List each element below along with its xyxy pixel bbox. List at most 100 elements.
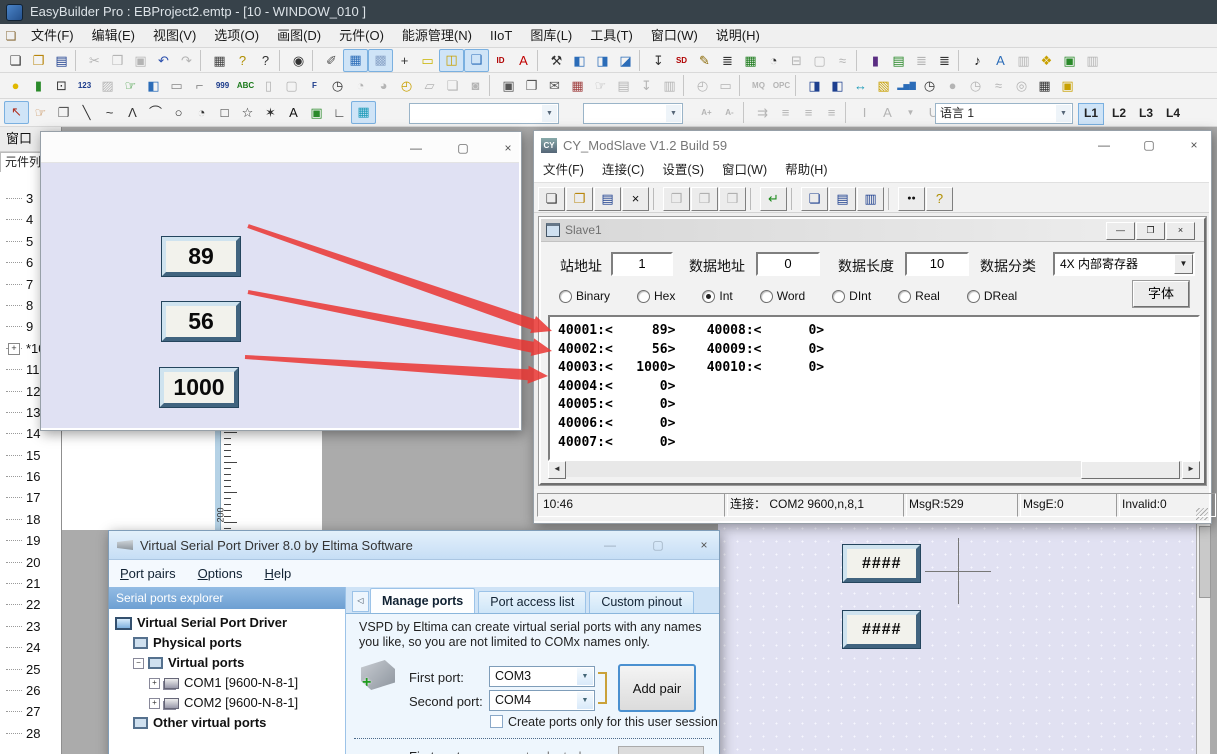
align-right-icon[interactable]: ≡ <box>820 102 843 123</box>
tab[interactable]: Custom pinout <box>589 591 694 613</box>
clock-icon[interactable]: ◷ <box>326 75 349 96</box>
database-icon[interactable]: ▥ <box>658 75 681 96</box>
window-tree-item[interactable]: 22 <box>0 594 61 615</box>
language-combo[interactable]: 语言 1 ▼ <box>935 103 1073 124</box>
burst-tool-icon[interactable]: ✶ <box>259 102 282 123</box>
window-tree-item[interactable]: 24 <box>0 637 61 658</box>
redo-icon[interactable]: ↷ <box>175 50 198 71</box>
bezier-tool-icon[interactable]: ~ <box>98 102 121 123</box>
context-help-icon[interactable]: ? <box>254 50 277 71</box>
ports-tree-item[interactable]: Other virtual ports <box>109 713 345 733</box>
line-style-combo[interactable]: ▼ <box>583 103 683 124</box>
clear-net-icon[interactable]: ❒ <box>719 187 746 211</box>
font-color-dropdown-icon[interactable]: ▼ <box>899 102 922 123</box>
download-icon[interactable]: ↧ <box>647 50 670 71</box>
monitor-pen-icon[interactable]: ◧ <box>142 75 165 96</box>
format-radio-option[interactable]: Hex <box>637 289 675 303</box>
layers2-icon[interactable]: ▨ <box>96 75 119 96</box>
numeric-pad-icon[interactable]: 123 <box>73 75 96 96</box>
draw-pen-icon[interactable]: ✐ <box>320 50 343 71</box>
format-radio-option[interactable]: Binary <box>559 289 610 303</box>
radio-icon[interactable] <box>898 290 911 303</box>
italic-icon[interactable]: I <box>853 102 876 123</box>
address-viewer-icon[interactable]: ◔ <box>762 50 785 71</box>
language-state-tab[interactable]: L2 <box>1107 103 1131 123</box>
envelope-icon[interactable]: ✉ <box>543 75 566 96</box>
menu-item[interactable]: 说明(H) <box>707 24 769 47</box>
stopwatch-icon[interactable]: ◷ <box>918 75 941 96</box>
numeric-display-40002[interactable]: 56 <box>162 302 240 341</box>
font-enlarge-icon[interactable]: A+ <box>695 102 718 123</box>
open-icon[interactable]: ❐ <box>27 50 50 71</box>
minimize-button[interactable]: — <box>1106 222 1135 240</box>
traffic-light-icon[interactable]: ▮ <box>27 75 50 96</box>
close-button[interactable]: × <box>689 531 719 559</box>
window-tree-item[interactable]: 27 <box>0 701 61 722</box>
format-radio-option[interactable]: Word <box>760 289 805 303</box>
recipe-table-icon[interactable]: ▦ <box>739 50 762 71</box>
radio-icon[interactable] <box>832 290 845 303</box>
copy-net-icon[interactable]: ❒ <box>663 187 690 211</box>
modslave-titlebar[interactable]: CY CY_ModSlave V1.2 Build 59 — ▢ × <box>534 131 1209 159</box>
toolbar-separator[interactable] <box>739 75 745 96</box>
bars-icon[interactable]: ▥ <box>1081 50 1104 71</box>
toolbar-separator[interactable] <box>537 50 543 71</box>
function-key-icon[interactable]: F <box>303 75 326 96</box>
menu-item[interactable]: 元件(O) <box>330 24 393 47</box>
download-pc-icon[interactable]: ◨ <box>591 50 614 71</box>
window-tree-item[interactable]: 29 <box>0 744 61 748</box>
mqtt-icon[interactable]: MQ <box>747 75 770 96</box>
ports-tree-item[interactable]: Physical ports <box>109 633 345 653</box>
fill-icon[interactable]: ◙ <box>464 75 487 96</box>
radio-icon[interactable] <box>559 290 572 303</box>
gauge-icon[interactable]: ◴ <box>691 75 714 96</box>
indent-icon[interactable]: ⇉ <box>751 102 774 123</box>
date-display-icon[interactable]: ▦ <box>343 49 368 72</box>
text-tool-icon[interactable]: A <box>282 102 305 123</box>
radio-icon[interactable] <box>760 290 773 303</box>
window-tree-item[interactable]: 26 <box>0 680 61 701</box>
scale-object[interactable]: 200 <box>215 430 245 530</box>
session-checkbox[interactable] <box>490 715 503 728</box>
format-radio-option[interactable]: Real <box>898 289 940 303</box>
data-table-icon[interactable]: ▦ <box>1033 75 1056 96</box>
menu-item[interactable]: Options <box>187 561 254 587</box>
compass-icon[interactable]: ◎ <box>1010 75 1033 96</box>
scroll-right-icon[interactable]: ► <box>1182 461 1200 479</box>
tile-vertical-icon[interactable]: ▥ <box>857 187 884 211</box>
address-book-icon[interactable]: ▥ <box>1012 50 1035 71</box>
object-list-icon[interactable]: ≣ <box>933 50 956 71</box>
expand-icon[interactable]: − <box>133 658 144 669</box>
numeric-display-40003[interactable]: 1000 <box>160 368 238 407</box>
toolbar-separator[interactable] <box>683 75 689 96</box>
menu-item[interactable]: 图库(L) <box>521 24 581 47</box>
slave1-titlebar[interactable]: Slave1 — ❐ × <box>541 219 1204 242</box>
id-display-icon[interactable]: ID <box>489 50 512 71</box>
toolbar-separator[interactable] <box>279 50 285 71</box>
macro-icon[interactable]: ≣ <box>716 50 739 71</box>
format-radio-option[interactable]: DInt <box>832 289 871 303</box>
monitor-value-icon[interactable]: ◨ <box>803 75 826 96</box>
scrollbar-thumb[interactable] <box>1199 526 1211 598</box>
window-tree-item[interactable]: 18 <box>0 509 61 530</box>
toggle-switch-icon[interactable]: ⊡ <box>50 75 73 96</box>
chevron-down-icon[interactable]: ▼ <box>542 105 557 122</box>
image-tool-icon[interactable]: ▣ <box>305 102 328 123</box>
expand-icon[interactable]: + <box>149 678 160 689</box>
close-button[interactable]: × <box>1166 222 1195 240</box>
ascii-display-icon[interactable]: ABC <box>234 75 257 96</box>
ports-tree-item[interactable]: − Virtual ports <box>109 653 345 673</box>
edit-icon[interactable]: ✎ <box>693 50 716 71</box>
chevron-down-icon[interactable]: ▼ <box>577 692 593 709</box>
touch-icon[interactable]: ☞ <box>589 75 612 96</box>
tab-scroll-left-icon[interactable]: ◁ <box>352 591 369 612</box>
data-category-combo[interactable]: 4X 内部寄存器 ▼ <box>1053 252 1195 276</box>
menu-item[interactable]: 画图(D) <box>268 24 330 47</box>
close-button[interactable]: × <box>493 134 523 162</box>
language-state-tab[interactable]: L3 <box>1134 103 1158 123</box>
chevron-down-icon[interactable]: ▼ <box>666 105 681 122</box>
find-object-icon[interactable]: ◉ <box>287 50 310 71</box>
menu-item[interactable]: Port pairs <box>109 561 187 587</box>
stamp-icon[interactable]: ▱ <box>418 75 441 96</box>
disk-icon[interactable]: ▢ <box>808 50 831 71</box>
